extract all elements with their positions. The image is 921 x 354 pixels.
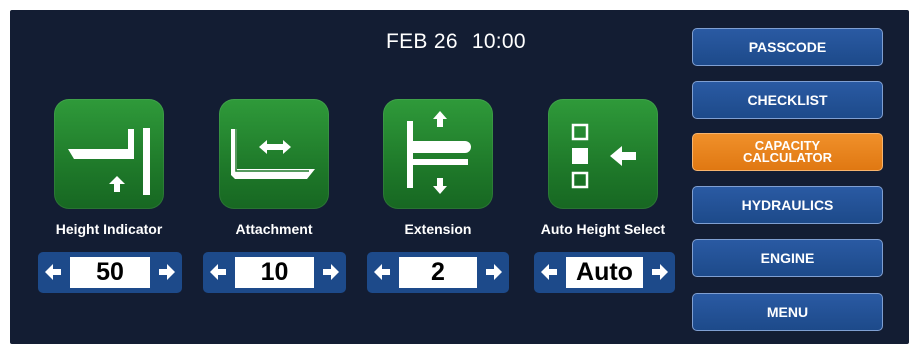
menu-button[interactable]: MENU <box>692 293 883 331</box>
date-text: FEB 26 <box>386 30 458 53</box>
decrease-button[interactable] <box>38 252 68 293</box>
arrow-left-icon <box>541 264 557 280</box>
arrow-right-icon <box>652 264 668 280</box>
increase-button[interactable] <box>645 252 675 293</box>
auto-height-select-label: Auto Height Select <box>540 221 666 237</box>
extension-value: 2 <box>399 257 477 288</box>
checklist-button[interactable]: CHECKLIST <box>692 81 883 119</box>
attachment-icon <box>231 129 315 179</box>
arrow-right-icon <box>159 264 175 280</box>
height-indicator-label: Height Indicator <box>55 221 163 237</box>
auto-height-select-icon <box>571 123 636 189</box>
height-indicator-tile[interactable] <box>54 99 164 209</box>
extension-tile[interactable] <box>383 99 493 209</box>
decrease-button[interactable] <box>367 252 397 293</box>
arrow-left-icon <box>210 264 226 280</box>
height-indicator-icon <box>68 128 150 195</box>
attachment-stepper: 10 <box>203 252 346 293</box>
capacity-calculator-label-line2: CALCULATOR <box>742 150 833 165</box>
auto-height-select-stepper: Auto <box>534 252 675 293</box>
arrow-left-icon <box>374 264 390 280</box>
engine-button[interactable]: ENGINE <box>692 239 883 277</box>
extension-label: Extension <box>404 221 472 237</box>
attachment-tile[interactable] <box>219 99 329 209</box>
passcode-button[interactable]: PASSCODE <box>692 28 883 66</box>
decrease-button[interactable] <box>534 252 564 293</box>
increase-button[interactable] <box>316 252 346 293</box>
height-indicator-stepper: 50 <box>38 252 182 293</box>
arrow-left-icon <box>45 264 61 280</box>
extension-stepper: 2 <box>367 252 509 293</box>
auto-height-select-tile[interactable] <box>548 99 658 209</box>
date-time: FEB 26 10:00 <box>386 30 526 54</box>
height-indicator-value: 50 <box>70 257 150 288</box>
hydraulics-button[interactable]: HYDRAULICS <box>692 186 883 224</box>
increase-button[interactable] <box>479 252 509 293</box>
increase-button[interactable] <box>152 252 182 293</box>
arrow-right-icon <box>323 264 339 280</box>
extension-icon <box>407 111 471 194</box>
attachment-value: 10 <box>235 257 314 288</box>
attachment-label: Attachment <box>235 221 313 237</box>
time-text: 10:00 <box>471 30 526 53</box>
arrow-right-icon <box>486 264 502 280</box>
decrease-button[interactable] <box>203 252 233 293</box>
capacity-calculator-button[interactable]: CAPACITY CALCULATOR <box>692 133 883 171</box>
auto-height-select-value: Auto <box>566 257 643 288</box>
